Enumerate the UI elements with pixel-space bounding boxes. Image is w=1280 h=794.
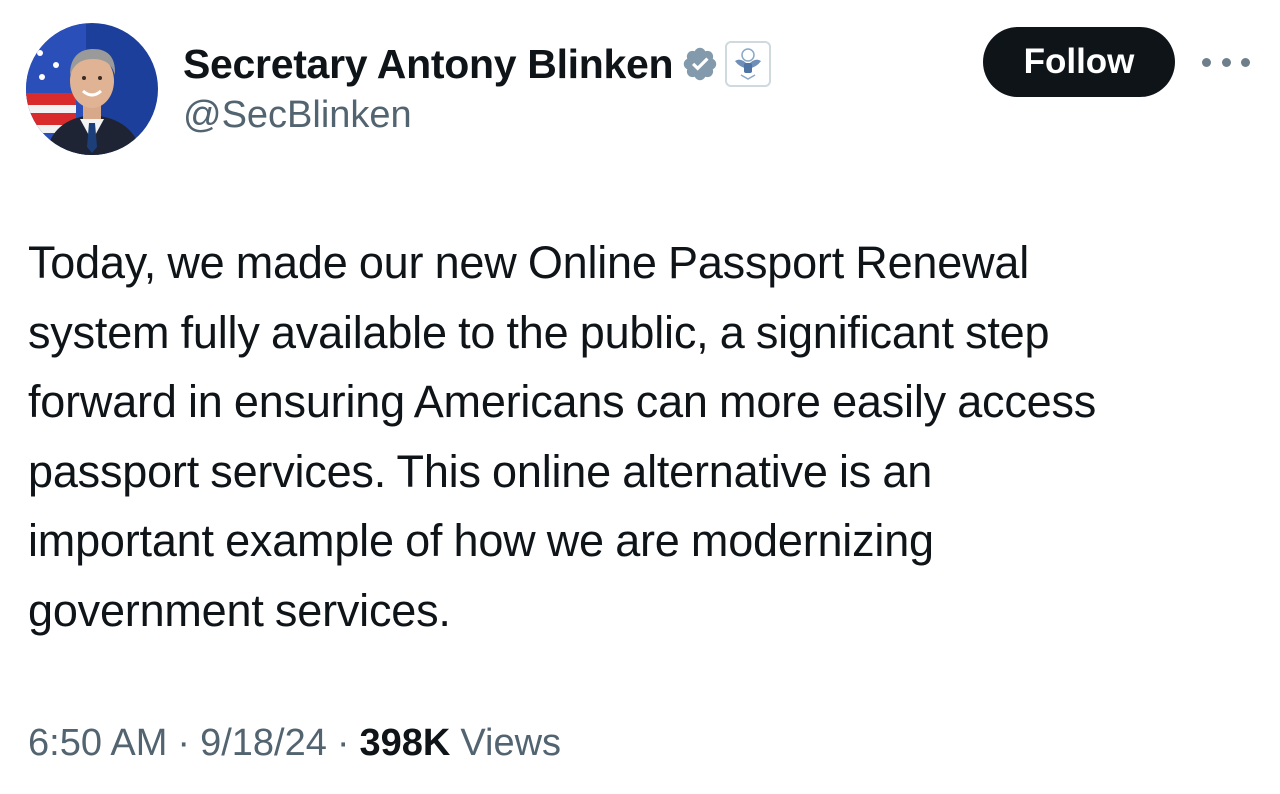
us-state-department-seal-icon[interactable] [725,41,772,87]
author-name-row: Secretary Antony Blinken [183,38,772,90]
display-name[interactable]: Secretary Antony Blinken [183,41,674,88]
profile-photo [26,23,158,155]
tweet-text-line: important example of how we are moderniz… [28,515,934,566]
verified-badge-icon[interactable] [681,45,719,83]
more-dot [1202,57,1211,67]
views-label: Views [460,722,562,764]
avatar[interactable] [26,23,158,155]
meta-separator: · [177,722,191,764]
more-dot [1221,57,1231,67]
tweet-date[interactable]: 9/18/24 [200,722,327,765]
views-count[interactable]: 398K [360,722,451,765]
tweet-meta: 6:50 AM · 9/18/24 · 398K Views [28,722,561,765]
meta-separator: · [336,722,350,764]
tweet-text-line: passport services. This online alternati… [28,445,933,497]
author-handle[interactable]: @SecBlinken [183,94,412,137]
tweet-text-line: government services. [28,584,451,636]
tweet-text-line: system fully available to the public, a … [28,306,1050,358]
more-dot [1241,57,1250,67]
tweet-time[interactable]: 6:50 AM [28,722,167,765]
tweet-text: Today, we made our new Online Passport R… [28,228,1264,645]
tweet-text-line: Today, we made our new Online Passport R… [28,237,1030,288]
more-options-icon[interactable] [1202,47,1250,77]
follow-button[interactable]: Follow [983,27,1175,97]
tweet-text-line: forward in ensuring Americans can more e… [28,376,1097,427]
